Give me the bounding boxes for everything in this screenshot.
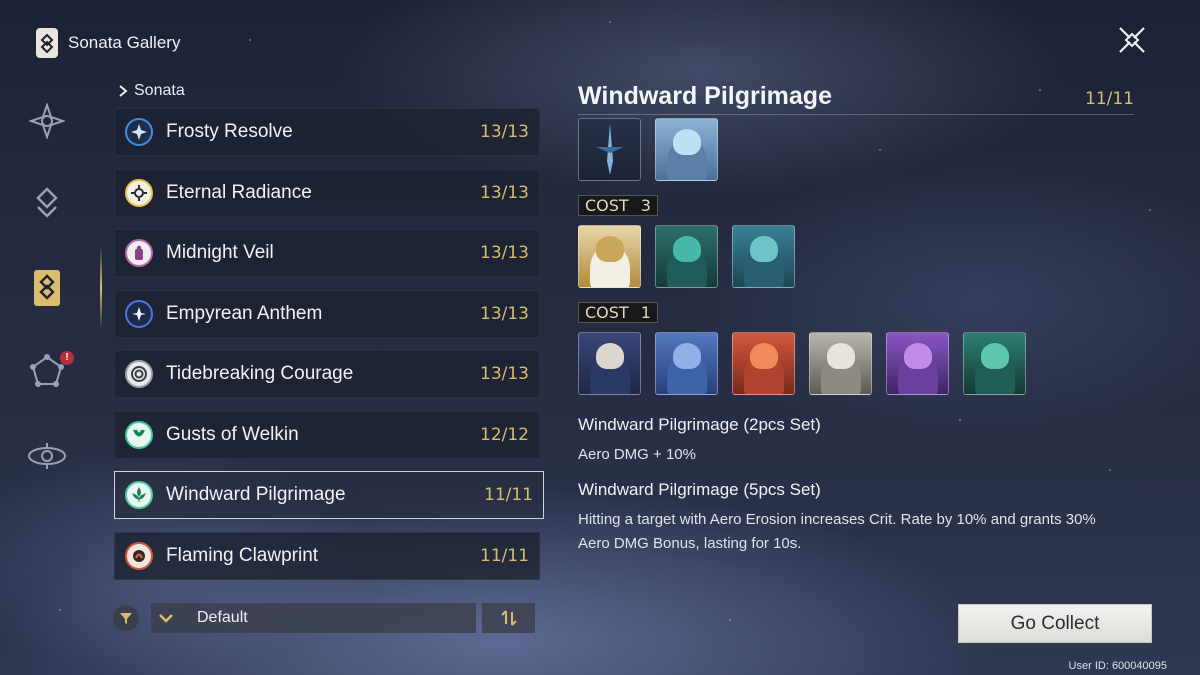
welkin-gust-icon bbox=[125, 421, 153, 449]
echo-compass-icon bbox=[29, 103, 65, 139]
sonata-item-windward-pilgrimage[interactable]: Windward Pilgrimage 11/11 bbox=[114, 471, 544, 519]
sonata-item-frosty-resolve[interactable]: Frosty Resolve 13/13 bbox=[114, 108, 540, 156]
frost-star-icon bbox=[125, 118, 153, 146]
echo-card-golden-knight[interactable] bbox=[578, 225, 641, 288]
sonata-count: 11/11 bbox=[480, 546, 529, 566]
echo-card-white-drake[interactable] bbox=[809, 332, 872, 395]
cost4-echo-row bbox=[578, 118, 718, 181]
anthem-star-icon bbox=[125, 300, 153, 328]
knight-helm-icon bbox=[595, 236, 624, 262]
sonata-name: Windward Pilgrimage bbox=[166, 484, 346, 505]
cost3-echo-row bbox=[578, 225, 795, 288]
list-heading: Sonata bbox=[118, 82, 185, 100]
funnel-icon bbox=[120, 613, 132, 624]
filter-button[interactable] bbox=[113, 605, 139, 631]
notification-badge: ! bbox=[60, 351, 74, 365]
sonata-detail-count: 11/11 bbox=[1085, 89, 1134, 109]
sonata-book-icon bbox=[34, 270, 60, 306]
drake-head-icon bbox=[980, 343, 1009, 369]
set5-description: Hitting a target with Aero Erosion incre… bbox=[578, 511, 1096, 552]
sonata-item-empyrean-anthem[interactable]: Empyrean Anthem 13/13 bbox=[114, 290, 540, 338]
sonata-count: 13/13 bbox=[480, 364, 529, 384]
cost3-tag: COST 3 bbox=[578, 195, 658, 216]
echo-card-teal-dragon[interactable] bbox=[655, 225, 718, 288]
cost-value: 3 bbox=[640, 196, 651, 215]
sonata-count: 12/12 bbox=[480, 425, 529, 445]
list-heading-label: Sonata bbox=[134, 82, 185, 99]
beast-head-icon bbox=[749, 236, 778, 262]
sonata-name: Flaming Clawprint bbox=[166, 545, 319, 566]
page-header: Sonata Gallery bbox=[36, 28, 180, 58]
echo-card-blue-drake[interactable] bbox=[655, 332, 718, 395]
sort-value: Default bbox=[197, 609, 248, 626]
sonata-item-midnight-veil[interactable]: Midnight Veil 13/13 bbox=[114, 229, 540, 277]
nav-item-constellation[interactable]: ! bbox=[24, 349, 74, 395]
sonata-count: 13/13 bbox=[480, 183, 529, 203]
tide-spiral-icon bbox=[125, 360, 153, 388]
sonata-name: Empyrean Anthem bbox=[166, 303, 323, 324]
sonata-count: 11/11 bbox=[484, 485, 533, 505]
cost1-echo-row bbox=[578, 332, 1026, 395]
veil-figure-icon bbox=[125, 239, 153, 267]
orbit-ring-icon bbox=[28, 443, 66, 469]
close-button[interactable] bbox=[1116, 24, 1148, 56]
sonata-count: 13/13 bbox=[480, 304, 529, 324]
sonata-name: Tidebreaking Courage bbox=[166, 363, 354, 384]
nav-item-echo-compass[interactable] bbox=[24, 98, 70, 144]
drake-head-icon bbox=[749, 343, 778, 369]
drake-head-icon bbox=[903, 343, 932, 369]
sonata-name: Frosty Resolve bbox=[166, 121, 293, 142]
cost-label: COST bbox=[585, 196, 629, 215]
nav-item-layered-diamond[interactable] bbox=[24, 181, 70, 227]
sonata-item-eternal-radiance[interactable]: Eternal Radiance 13/13 bbox=[114, 169, 540, 217]
flame-claw-icon bbox=[125, 542, 153, 570]
sonata-name: Eternal Radiance bbox=[166, 182, 312, 203]
radiant-sun-icon bbox=[125, 179, 153, 207]
echo-card-red-drake[interactable] bbox=[732, 332, 795, 395]
sort-order-toggle[interactable] bbox=[482, 603, 535, 633]
sonata-item-flaming-clawprint[interactable]: Flaming Clawprint 11/11 bbox=[114, 532, 540, 580]
close-icon bbox=[1119, 27, 1145, 53]
sonata-name: Midnight Veil bbox=[166, 242, 274, 263]
active-nav-indicator bbox=[100, 246, 102, 330]
chevron-down-icon bbox=[151, 613, 181, 623]
layered-diamond-icon bbox=[36, 187, 58, 218]
cost-value: 1 bbox=[640, 303, 651, 322]
dragon-head-icon bbox=[672, 236, 701, 262]
sonata-count: 13/13 bbox=[480, 122, 529, 142]
page-title: Sonata Gallery bbox=[68, 33, 181, 52]
dragon-head-icon bbox=[672, 129, 701, 155]
sage-hood-icon bbox=[595, 343, 624, 369]
sonata-detail-title: Windward Pilgrimage bbox=[578, 82, 832, 110]
echo-card-jade-drake[interactable] bbox=[963, 332, 1026, 395]
nav-item-sonata-book[interactable] bbox=[24, 265, 70, 311]
set2-title: Windward Pilgrimage (2pcs Set) bbox=[578, 415, 821, 434]
user-id: User ID: 600040095 bbox=[1068, 660, 1167, 672]
echo-card-blade[interactable] bbox=[578, 118, 641, 181]
sonata-item-gusts-of-welkin[interactable]: Gusts of Welkin 12/12 bbox=[114, 411, 540, 459]
set2-description: Aero DMG + 10% bbox=[578, 446, 696, 463]
chevron-right-icon bbox=[119, 85, 128, 97]
blade-echo-icon bbox=[595, 123, 624, 175]
sort-dropdown[interactable]: Default bbox=[151, 603, 476, 633]
windward-fleur-icon bbox=[125, 481, 153, 509]
divider bbox=[578, 114, 1134, 115]
drake-head-icon bbox=[672, 343, 701, 369]
sonata-count: 13/13 bbox=[480, 243, 529, 263]
echo-card-violet-drake[interactable] bbox=[886, 332, 949, 395]
cost-label: COST bbox=[585, 303, 629, 322]
echo-card-cyan-beast[interactable] bbox=[732, 225, 795, 288]
nav-item-orbit-ring[interactable] bbox=[24, 433, 70, 479]
sonata-name: Gusts of Welkin bbox=[166, 424, 299, 445]
drake-head-icon bbox=[826, 343, 855, 369]
echo-card-winged-dragon[interactable] bbox=[655, 118, 718, 181]
go-collect-button[interactable]: Go Collect bbox=[958, 604, 1152, 643]
echo-card-hooded-sage[interactable] bbox=[578, 332, 641, 395]
sonata-gallery-icon bbox=[36, 28, 58, 58]
sort-order-icon bbox=[500, 610, 517, 626]
set5-title: Windward Pilgrimage (5pcs Set) bbox=[578, 480, 821, 499]
sonata-item-tidebreaking-courage[interactable]: Tidebreaking Courage 13/13 bbox=[114, 350, 540, 398]
cost1-tag: COST 1 bbox=[578, 302, 658, 323]
